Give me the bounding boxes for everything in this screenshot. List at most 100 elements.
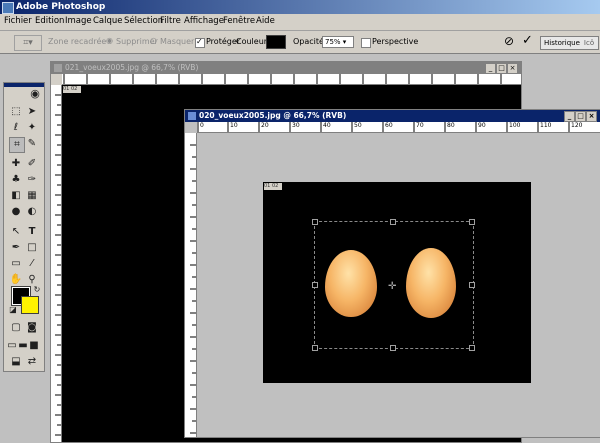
eraser-icon[interactable]: ◧ bbox=[9, 189, 23, 203]
protect-color-swatch[interactable] bbox=[266, 35, 286, 49]
doc1-maximize-button[interactable]: □ bbox=[496, 63, 507, 74]
doc1-vertical-ruler bbox=[51, 85, 62, 442]
lasso-icon[interactable]: ℓ bbox=[9, 121, 23, 135]
crop-handle-top-left[interactable] bbox=[312, 219, 318, 225]
shape-icon[interactable]: □ bbox=[25, 241, 39, 255]
menu-filtre[interactable]: Filtre bbox=[160, 16, 181, 26]
doc2-minimize-button[interactable]: _ bbox=[564, 111, 575, 122]
type-icon[interactable]: T bbox=[25, 225, 39, 239]
standard-mode-icon[interactable]: ▢ bbox=[9, 321, 23, 335]
doc1-close-button[interactable]: × bbox=[507, 63, 518, 74]
doc1-vruler-ticks bbox=[55, 94, 61, 436]
screen-mode-full-icon[interactable]: ■ bbox=[29, 339, 39, 353]
imageready-icon[interactable]: ⬓ bbox=[9, 355, 23, 369]
menu-selection[interactable]: Sélection bbox=[124, 16, 163, 26]
masquer-label: Masquer bbox=[160, 37, 195, 46]
screen-mode-standard-icon[interactable]: ▭ bbox=[7, 339, 17, 353]
doc1-icon bbox=[54, 64, 62, 72]
magic-wand-icon[interactable]: ✦ bbox=[25, 121, 39, 135]
supprimer-radio-icon[interactable]: ◉ bbox=[106, 36, 113, 45]
crop-center-crosshair-icon[interactable]: ✛ bbox=[388, 281, 396, 292]
doc2-horizontal-ruler: 0 10 20 30 40 50 60 70 80 90 100 110 120 bbox=[197, 122, 600, 133]
crop-handle-top-right[interactable] bbox=[469, 219, 475, 225]
jump-icon[interactable]: ⇄ bbox=[25, 355, 39, 369]
ruler-label: 0 bbox=[200, 122, 204, 129]
hand-icon[interactable]: ✋ bbox=[9, 273, 23, 287]
doc2-title-bar[interactable]: 020_voeux2005.jpg @ 66,7% (RVB) _ □ × bbox=[185, 110, 600, 122]
doc2-close-button[interactable]: × bbox=[586, 111, 597, 122]
doc2-vruler-ticks bbox=[190, 144, 196, 434]
ruler-label: 110 bbox=[540, 122, 552, 129]
menu-affichage[interactable]: Affichage bbox=[184, 16, 224, 26]
screen-mode-full-menu-icon[interactable]: ▬ bbox=[18, 339, 28, 353]
doc2-title: 020_voeux2005.jpg @ 66,7% (RVB) bbox=[199, 111, 347, 120]
gradient-icon[interactable]: ▦ bbox=[25, 189, 39, 203]
background-color-swatch[interactable] bbox=[21, 296, 39, 314]
ruler-label: 90 bbox=[478, 122, 486, 129]
masquer-radio-icon[interactable]: ○ bbox=[150, 36, 157, 45]
photoshop-logo-icon bbox=[2, 2, 14, 14]
perspective-checkbox[interactable] bbox=[361, 38, 371, 48]
doc1-title-bar[interactable]: 021_voeux2005.jpg @ 66,7% (RVB) _ □ × bbox=[51, 62, 521, 74]
stamp-icon[interactable]: ♣ bbox=[9, 173, 23, 187]
doc2-vertical-ruler bbox=[185, 133, 197, 437]
ruler-label: 40 bbox=[323, 122, 331, 129]
doc2-icon bbox=[188, 112, 196, 120]
menu-fenetre[interactable]: Fenêtre bbox=[223, 16, 255, 26]
doc2-maximize-button[interactable]: □ bbox=[575, 111, 586, 122]
crop-handle-left[interactable] bbox=[312, 282, 318, 288]
crop-handle-top[interactable] bbox=[390, 219, 396, 225]
healing-icon[interactable]: ✚ bbox=[9, 157, 23, 171]
crop-mode-label: Zone recadrée bbox=[48, 37, 107, 46]
ruler-label: 20 bbox=[261, 122, 269, 129]
opacite-input[interactable]: 75% ▾ bbox=[322, 36, 354, 48]
notes-icon[interactable]: ▭ bbox=[9, 257, 23, 271]
doc1-title: 021_voeux2005.jpg @ 66,7% (RVB) bbox=[65, 63, 199, 72]
commit-check-icon[interactable]: ✓ bbox=[522, 33, 533, 48]
path-selection-icon[interactable]: ↖ bbox=[9, 225, 23, 239]
app-title: Adobe Photoshop bbox=[16, 2, 106, 12]
crop-handle-right[interactable] bbox=[469, 282, 475, 288]
crop-handle-bottom-right[interactable] bbox=[469, 345, 475, 351]
doc1-ruler-ticks bbox=[63, 74, 502, 84]
crop-handle-bottom-left[interactable] bbox=[312, 345, 318, 351]
menu-image[interactable]: Image bbox=[65, 16, 92, 26]
ruler-label: 60 bbox=[385, 122, 393, 129]
history-brush-icon[interactable]: ✑ bbox=[25, 173, 39, 187]
toolbox: ◉ ⬚ ➤ ℓ ✦ ⌗ ✎ ✚ ✐ ♣ ✑ ◧ ▦ ● ◐ ↖ T ✒ □ ▭ … bbox=[3, 82, 45, 372]
move-icon[interactable]: ➤ bbox=[25, 105, 39, 119]
ruler-label: 100 bbox=[509, 122, 521, 129]
ruler-label: 50 bbox=[354, 122, 362, 129]
quickmask-mode-icon[interactable]: ◙ bbox=[25, 321, 39, 335]
crop-handle-bottom[interactable] bbox=[390, 345, 396, 351]
doc1-layer-tag: 01 02 bbox=[63, 86, 81, 93]
crop-icon[interactable]: ⌗ bbox=[9, 137, 25, 153]
options-bar: ⌗▾ Zone recadrée ◉ Supprimer ○ Masquer P… bbox=[0, 31, 600, 54]
proteger-label: Protéger bbox=[206, 37, 241, 46]
dodge-icon[interactable]: ◐ bbox=[25, 205, 39, 219]
doc1-horizontal-ruler bbox=[62, 74, 521, 85]
swap-colors-icon[interactable]: ↻ bbox=[30, 283, 44, 297]
app-title-bar: Adobe Photoshop bbox=[0, 0, 600, 14]
brush-icon[interactable]: ✐ bbox=[25, 157, 39, 171]
ruler-label: 30 bbox=[292, 122, 300, 129]
cancel-icon[interactable]: ⊘ bbox=[504, 34, 514, 48]
slice-icon[interactable]: ✎ bbox=[25, 137, 39, 151]
menu-aide[interactable]: Aide bbox=[256, 16, 275, 26]
menu-fichier[interactable]: Fichier bbox=[4, 16, 32, 26]
crop-tool-preset-icon[interactable]: ⌗▾ bbox=[14, 35, 42, 51]
proteger-checkbox[interactable] bbox=[195, 37, 205, 48]
pen-icon[interactable]: ✒ bbox=[9, 241, 23, 255]
menu-edition[interactable]: Edition bbox=[35, 16, 64, 26]
default-colors-icon[interactable]: ◪ bbox=[6, 303, 20, 317]
history-palette-tab[interactable]: Historique Icô bbox=[540, 36, 599, 50]
menu-calque[interactable]: Calque bbox=[93, 16, 123, 26]
blur-icon[interactable]: ● bbox=[9, 205, 23, 219]
ruler-label: 10 bbox=[230, 122, 238, 129]
toolbox-logo-icon[interactable]: ◉ bbox=[28, 87, 42, 101]
ruler-label: 120 bbox=[571, 122, 583, 129]
eyedropper-icon[interactable]: ⁄ bbox=[25, 257, 39, 271]
doc2-layer-tag: 01 02 bbox=[264, 183, 282, 190]
marquee-icon[interactable]: ⬚ bbox=[9, 105, 23, 119]
doc1-minimize-button[interactable]: _ bbox=[485, 63, 496, 74]
